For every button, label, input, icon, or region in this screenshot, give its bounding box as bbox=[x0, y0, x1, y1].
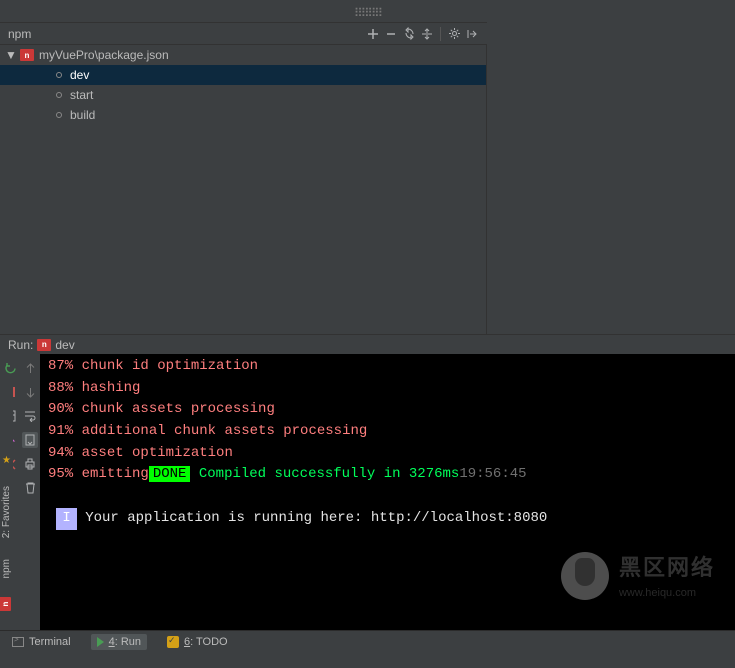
watermark: 黑区网络 www.heiqu.com bbox=[561, 551, 715, 602]
add-icon[interactable] bbox=[364, 25, 382, 43]
npm-badge-icon: n bbox=[37, 339, 51, 351]
tab-todo[interactable]: ✓ 6: TODO bbox=[161, 634, 234, 650]
settings-icon[interactable] bbox=[445, 25, 463, 43]
remove-icon[interactable] bbox=[382, 25, 400, 43]
bottom-tool-bar: Terminal 4: Run ✓ 6: TODO bbox=[0, 630, 735, 653]
info-badge: I bbox=[56, 508, 76, 530]
expand-all-icon[interactable] bbox=[418, 25, 436, 43]
watermark-text-big: 黑区网络 bbox=[619, 551, 715, 585]
script-label: build bbox=[70, 108, 95, 122]
play-icon bbox=[97, 637, 104, 647]
bullet-icon bbox=[56, 92, 62, 98]
run-tool-window-header: Run: n dev bbox=[0, 334, 735, 354]
watermark-logo bbox=[561, 552, 609, 600]
npm-badge-icon: n bbox=[0, 597, 11, 611]
run-console: 87% chunk id optimization 88% hashing 90… bbox=[0, 354, 735, 630]
console-line: 87% chunk id optimization bbox=[48, 356, 727, 378]
run-label: Run: bbox=[8, 338, 33, 352]
sync-icon[interactable] bbox=[400, 25, 418, 43]
script-item-dev[interactable]: dev bbox=[0, 65, 486, 85]
star-icon: ★ bbox=[2, 455, 11, 466]
side-tab-npm[interactable]: npm bbox=[1, 559, 12, 578]
console-info-line: I Your application is running here: http… bbox=[48, 508, 727, 530]
bullet-icon bbox=[56, 72, 62, 78]
console-line: 88% hashing bbox=[48, 378, 727, 400]
separator bbox=[440, 27, 441, 41]
soft-wrap-icon[interactable] bbox=[22, 408, 38, 424]
script-item-start[interactable]: start bbox=[0, 85, 486, 105]
terminal-icon bbox=[12, 637, 24, 647]
console-line-emitting: 95% emittingDONE Compiled successfully i… bbox=[48, 464, 727, 486]
script-item-build[interactable]: build bbox=[0, 105, 486, 125]
run-script-name: dev bbox=[55, 338, 74, 352]
console-line: 94% asset optimization bbox=[48, 443, 727, 465]
console-blank-line bbox=[48, 486, 727, 508]
scroll-to-end-icon[interactable] bbox=[22, 432, 38, 448]
console-line: 90% chunk assets processing bbox=[48, 399, 727, 421]
down-arrow-icon[interactable] bbox=[22, 384, 38, 400]
tree-root-label: myVuePro\package.json bbox=[39, 48, 169, 62]
console-line: 91% additional chunk assets processing bbox=[48, 421, 727, 443]
bullet-icon bbox=[56, 112, 62, 118]
script-label: start bbox=[70, 88, 93, 102]
npm-badge-icon: n bbox=[20, 49, 34, 61]
collapse-icon[interactable] bbox=[463, 25, 481, 43]
tab-run[interactable]: 4: Run bbox=[91, 634, 147, 650]
side-tab-favorites[interactable]: 2: Favorites bbox=[1, 486, 12, 538]
print-icon[interactable] bbox=[22, 456, 38, 472]
npm-panel-title: npm bbox=[8, 27, 31, 41]
console-output[interactable]: 87% chunk id optimization 88% hashing 90… bbox=[40, 354, 735, 630]
tree-root-row[interactable]: ▼ n myVuePro\package.json bbox=[0, 45, 486, 65]
todo-icon: ✓ bbox=[167, 636, 179, 648]
npm-panel-header: npm bbox=[0, 22, 487, 45]
console-left-toolbar-2 bbox=[20, 354, 40, 630]
left-tool-strip: ★ 2: Favorites npm n bbox=[0, 380, 13, 620]
tab-label: 4: Run bbox=[109, 636, 141, 648]
script-label: dev bbox=[70, 68, 89, 82]
tab-terminal[interactable]: Terminal bbox=[6, 634, 77, 650]
panel-splitter[interactable] bbox=[0, 4, 735, 22]
npm-scripts-tree: ▼ n myVuePro\package.json dev start buil… bbox=[0, 45, 487, 334]
up-arrow-icon[interactable] bbox=[22, 360, 38, 376]
tab-label: Terminal bbox=[29, 636, 71, 648]
done-badge: DONE bbox=[149, 466, 191, 482]
trash-icon[interactable] bbox=[22, 480, 38, 496]
watermark-text-small: www.heiqu.com bbox=[619, 585, 715, 602]
rerun-icon[interactable] bbox=[2, 360, 18, 376]
chevron-down-icon[interactable]: ▼ bbox=[4, 48, 18, 62]
tab-label: 6: TODO bbox=[184, 636, 228, 648]
